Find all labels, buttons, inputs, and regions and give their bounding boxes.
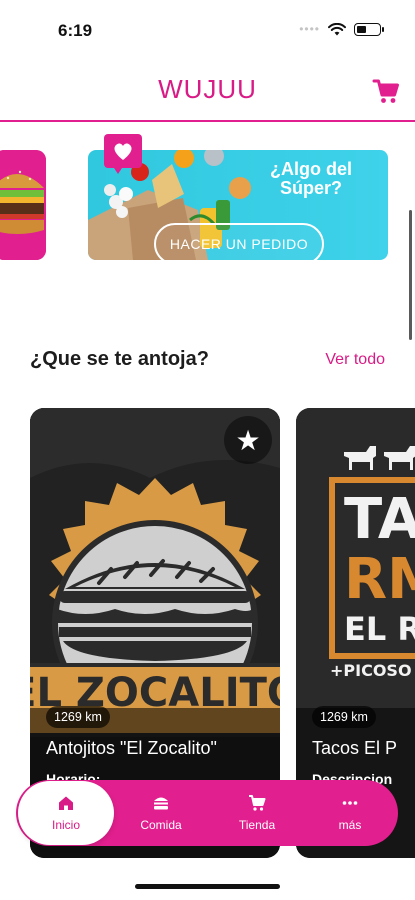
see-all-link[interactable]: Ver todo [325, 351, 385, 369]
more-dots-icon [342, 801, 358, 805]
nav-item-mas[interactable]: más [318, 780, 382, 846]
app-header: WUJUU [0, 62, 415, 122]
home-indicator [135, 884, 280, 889]
svg-text:TAC: TAC [344, 487, 415, 552]
cart-button[interactable] [371, 76, 401, 106]
status-bar: 6:19 •••• [0, 0, 415, 60]
nav-label: Tienda [238, 818, 276, 832]
section-title: ¿Que se te antoja? [30, 348, 209, 370]
restaurant-name: Tacos El P [312, 738, 398, 758]
tacos-tagline: +PICOSO [330, 661, 412, 680]
restaurant-name: Antojitos "El Zocalito" [46, 738, 217, 758]
cart-icon [249, 795, 266, 811]
section-header: ¿Que se te antoja? Ver todo [30, 348, 385, 378]
battery-icon [354, 22, 384, 36]
nav-item-inicio[interactable]: Inicio [18, 781, 114, 845]
bottom-nav: Inicio Comida Tienda más [16, 780, 398, 846]
nav-label: Inicio [51, 818, 80, 832]
distance-badge: 1269 km [46, 706, 110, 728]
heart-icon [114, 143, 132, 174]
svg-text:RM: RM [344, 547, 415, 612]
super-promo-title: ¿Algo del Súper? [270, 159, 352, 198]
order-button[interactable]: HACER UN PEDIDO [154, 223, 324, 260]
burger-image [0, 150, 46, 260]
star-icon: ★ [235, 424, 261, 456]
wifi-icon [328, 22, 346, 35]
nav-label: Comida [140, 818, 182, 832]
burger-promo-card[interactable] [0, 150, 46, 260]
home-icon [59, 796, 73, 810]
svg-text:EL RE: EL RE [344, 610, 415, 648]
heart-badge [104, 134, 142, 174]
status-icons: •••• [299, 22, 384, 36]
scroll-indicator[interactable] [409, 210, 412, 340]
app-title: WUJUU [158, 74, 257, 104]
status-time: 6:19 [58, 21, 93, 40]
burger-icon [154, 797, 168, 810]
cart-icon [372, 79, 399, 103]
promo-carousel[interactable]: ¿Algo del Súper? HACER UN PEDIDO [0, 134, 415, 268]
favorite-button[interactable]: ★ [224, 416, 272, 464]
distance-badge: 1269 km [312, 706, 376, 728]
nav-label: más [338, 818, 362, 832]
nav-item-comida[interactable]: Comida [128, 780, 194, 846]
nav-item-tienda[interactable]: Tienda [224, 780, 290, 846]
cellular-dots-icon: •••• [299, 22, 320, 36]
